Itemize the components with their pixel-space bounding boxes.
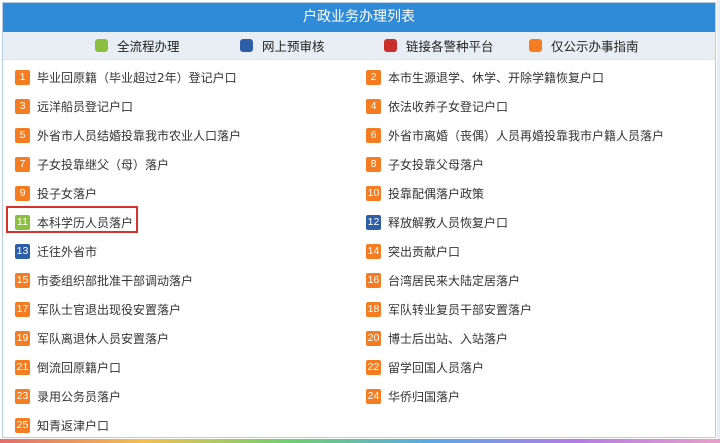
item-label: 华侨归国落户 — [388, 389, 461, 404]
item-number-badge: 17 — [15, 301, 30, 317]
business-item-link[interactable]: 22 留学回国人员落户 — [366, 357, 484, 377]
business-item-link[interactable]: 17 军队士官退出现役安置落户 — [15, 299, 181, 319]
item-number-badge: 1 — [15, 69, 30, 85]
item-label: 依法收养子女登记户口 — [388, 99, 509, 114]
item-label: 突出贡献户口 — [388, 244, 461, 259]
business-item-link[interactable]: 8 子女投靠父母落户 — [366, 154, 484, 174]
legend-label: 网上预审核 — [262, 39, 325, 54]
business-item-link[interactable]: 21 倒流回原籍户口 — [15, 357, 121, 377]
item-number-badge: 22 — [366, 359, 381, 375]
item-label: 本市生源退学、休学、开除学籍恢复户口 — [388, 70, 605, 85]
item-number-badge: 9 — [15, 185, 30, 201]
item-label: 录用公务员落户 — [37, 389, 122, 404]
business-item-link[interactable]: 14 突出贡献户口 — [366, 241, 460, 261]
item-number-badge: 21 — [15, 359, 30, 375]
business-item-link[interactable]: 20 博士后出站、入站落户 — [366, 328, 508, 348]
item-label: 迁往外省市 — [37, 244, 98, 259]
item-label: 军队离退休人员安置落户 — [37, 331, 170, 346]
item-number-badge: 13 — [15, 243, 30, 259]
item-label: 知青返津户口 — [37, 418, 110, 433]
item-label: 投靠配偶落户政策 — [388, 186, 485, 201]
item-number-badge: 15 — [15, 272, 30, 288]
item-number-badge: 19 — [15, 330, 30, 346]
item-number-badge: 4 — [366, 98, 381, 114]
legend-label: 链接各警种平台 — [406, 39, 494, 54]
item-number-badge: 12 — [366, 214, 381, 230]
green-square-icon — [95, 39, 108, 52]
legend-label: 仅公示办事指南 — [551, 39, 639, 54]
item-label: 军队转业复员干部安置落户 — [388, 302, 533, 317]
business-item-link[interactable]: 7 子女投靠继父（母）落户 — [15, 154, 169, 174]
item-label: 投子女落户 — [37, 186, 98, 201]
highlight-box — [6, 206, 138, 233]
business-item-link[interactable]: 18 军队转业复员干部安置落户 — [366, 299, 532, 319]
item-number-badge: 7 — [15, 156, 30, 172]
item-number-badge: 10 — [366, 185, 381, 201]
legend-bar: 全流程办理 网上预审核 链接各警种平台 仅公示办事指南 — [3, 32, 715, 60]
legend-police-platform-link: 链接各警种平台 — [384, 32, 494, 59]
legend-full-process: 全流程办理 — [95, 32, 180, 59]
item-number-badge: 2 — [366, 69, 381, 85]
business-item-link[interactable]: 3 远洋船员登记户口 — [15, 96, 133, 116]
item-number-badge: 20 — [366, 330, 381, 346]
business-item-link[interactable]: 15 市委组织部批准干部调动落户 — [15, 270, 193, 290]
item-label: 外省市人员结婚投靠我市农业人口落户 — [37, 128, 242, 143]
business-item-link[interactable]: 23 录用公务员落户 — [15, 386, 121, 406]
panel-title: 户政业务办理列表 — [3, 3, 715, 32]
item-label: 留学回国人员落户 — [388, 360, 485, 375]
business-item-link[interactable]: 5 外省市人员结婚投靠我市农业人口落户 — [15, 125, 241, 145]
item-number-badge: 24 — [366, 388, 381, 404]
business-item-link[interactable]: 4 依法收养子女登记户口 — [366, 96, 508, 116]
item-label: 远洋船员登记户口 — [37, 99, 134, 114]
business-item-link[interactable]: 16 台湾居民来大陆定居落户 — [366, 270, 520, 290]
item-label: 子女投靠父母落户 — [388, 157, 485, 172]
item-label: 子女投靠继父（母）落户 — [37, 157, 170, 172]
item-label: 市委组织部批准干部调动落户 — [37, 273, 194, 288]
item-label: 军队士官退出现役安置落户 — [37, 302, 182, 317]
red-square-icon — [384, 39, 397, 52]
item-number-badge: 25 — [15, 417, 30, 433]
business-item-link[interactable]: 6 外省市离婚（丧偶）人员再婚投靠我市户籍人员落户 — [366, 125, 664, 145]
item-label: 释放解教人员恢复户口 — [388, 215, 509, 230]
item-number-badge: 18 — [366, 301, 381, 317]
business-item-link[interactable]: 25 知青返津户口 — [15, 415, 109, 435]
business-item-link[interactable]: 13 迁往外省市 — [15, 241, 97, 261]
item-label: 倒流回原籍户口 — [37, 360, 122, 375]
item-number-badge: 8 — [366, 156, 381, 172]
legend-online-review: 网上预审核 — [240, 32, 325, 59]
item-label: 博士后出站、入站落户 — [388, 331, 509, 346]
legend-label: 全流程办理 — [117, 39, 180, 54]
item-label: 毕业回原籍（毕业超过2年）登记户口 — [37, 70, 237, 85]
item-number-badge: 16 — [366, 272, 381, 288]
business-item-link[interactable]: 9 投子女落户 — [15, 183, 97, 203]
item-number-badge: 23 — [15, 388, 30, 404]
orange-square-icon — [529, 39, 542, 52]
item-number-badge: 5 — [15, 127, 30, 143]
item-number-badge: 3 — [15, 98, 30, 114]
business-item-link[interactable]: 10 投靠配偶落户政策 — [366, 183, 484, 203]
business-item-link[interactable]: 2 本市生源退学、休学、开除学籍恢复户口 — [366, 67, 604, 87]
blue-square-icon — [240, 39, 253, 52]
business-item-link[interactable]: 12 释放解教人员恢复户口 — [366, 212, 508, 232]
business-item-link[interactable]: 1 毕业回原籍（毕业超过2年）登记户口 — [15, 67, 237, 87]
item-number-badge: 6 — [366, 127, 381, 143]
item-label: 台湾居民来大陆定居落户 — [388, 273, 521, 288]
business-item-link[interactable]: 24 华侨归国落户 — [366, 386, 460, 406]
bottom-decor-bar — [0, 439, 720, 443]
item-number-badge: 14 — [366, 243, 381, 259]
item-label: 外省市离婚（丧偶）人员再婚投靠我市户籍人员落户 — [388, 128, 665, 143]
legend-guide-only: 仅公示办事指南 — [529, 32, 639, 59]
business-item-link[interactable]: 19 军队离退休人员安置落户 — [15, 328, 169, 348]
